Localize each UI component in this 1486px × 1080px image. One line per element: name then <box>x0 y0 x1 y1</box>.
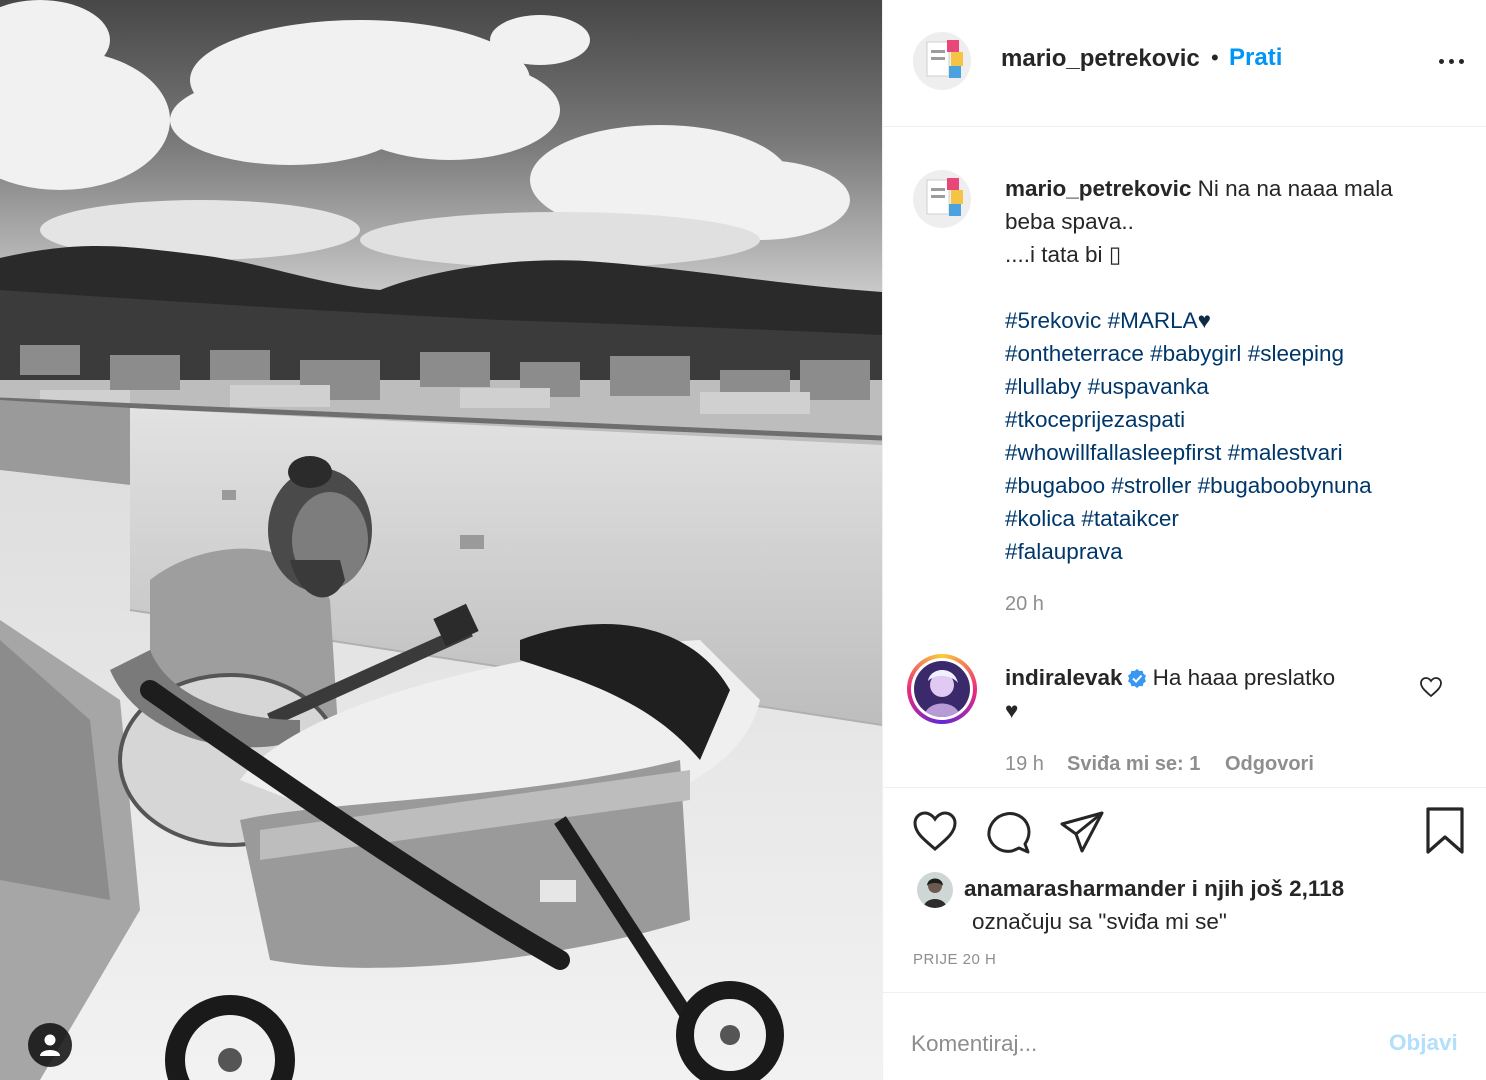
comment-like-button[interactable] <box>1419 676 1443 703</box>
commenter-username[interactable]: indiralevak <box>1005 665 1123 690</box>
hashtag-link[interactable]: #stroller <box>1111 473 1191 498</box>
hashtag-link[interactable]: #whowillfallasleepfirst <box>1005 440 1221 465</box>
comment-text: Ha haaa preslatko <box>1152 665 1336 690</box>
hashtag-line: #bugaboo #stroller #bugaboobynuna <box>1005 469 1455 502</box>
avatar-image <box>917 872 953 908</box>
hashtag-line: #whowillfallasleepfirst #malestvari <box>1005 436 1455 469</box>
hashtag-link[interactable]: #tkoceprijezaspati <box>1005 407 1185 432</box>
liked-by-line: anamarasharmander i njih još 2,118 <box>964 872 1344 905</box>
header-divider <box>883 126 1486 127</box>
comment-input[interactable] <box>911 1022 1361 1066</box>
heart-icon <box>913 811 957 851</box>
comment-line: indiralevak Ha haaa preslatko <box>1005 661 1455 694</box>
post-sidebar: mario_petrekovic • Prati mario_petrekovi… <box>882 0 1486 1080</box>
comment-likes[interactable]: Sviđa mi se: 1 <box>1067 753 1200 776</box>
caption-avatar[interactable] <box>913 170 971 228</box>
comment-body: indiralevak Ha haaa preslatko ♥ <box>1005 661 1455 727</box>
hashtag-link[interactable]: #uspavanka <box>1088 374 1209 399</box>
post-comment-button[interactable]: Objavi <box>1389 1030 1458 1056</box>
hashtag-link[interactable]: #malestvari <box>1228 440 1343 465</box>
liked-by-count[interactable]: i njih još 2,118 <box>1185 876 1345 901</box>
more-options-icon[interactable] <box>1435 50 1467 72</box>
post-caption: mario_petrekovic Ni na na naaa mala beba… <box>1005 172 1455 568</box>
caption-line: ....i tata bi ▯ <box>1005 238 1455 271</box>
hashtag-link[interactable]: #lullaby <box>1005 374 1081 399</box>
share-button[interactable] <box>1059 810 1105 859</box>
heart-emoji: ♥ <box>1197 308 1211 333</box>
comment-box-divider <box>883 992 1486 993</box>
avatar-image <box>913 32 971 90</box>
hashtag-line: #ontheterrace #babygirl #sleeping <box>1005 337 1455 370</box>
hashtag-link[interactable]: #ontheterrace <box>1005 341 1144 366</box>
caption-username[interactable]: mario_petrekovic <box>1005 176 1191 201</box>
hashtag-link[interactable]: #kolica <box>1005 506 1075 531</box>
save-button[interactable] <box>1424 806 1466 861</box>
story-ring-gap <box>911 658 973 720</box>
photo-scene <box>0 0 882 1080</box>
header-separator-dot: • <box>1211 45 1219 70</box>
liker-username[interactable]: anamarasharmander <box>964 876 1185 901</box>
bookmark-icon <box>1426 807 1464 854</box>
header-avatar[interactable] <box>913 32 971 90</box>
more-dot <box>1448 58 1454 64</box>
caption-timestamp[interactable]: 20 h <box>1005 593 1044 616</box>
reply-button[interactable]: Odgovori <box>1225 753 1314 776</box>
liked-by-line: označuju sa "sviđa mi se" <box>972 909 1227 934</box>
hashtag-line: #falauprava <box>1005 535 1455 568</box>
comment-button[interactable] <box>985 810 1031 859</box>
hashtag-link[interactable]: #bugaboobynuna <box>1198 473 1372 498</box>
share-icon <box>1060 811 1104 853</box>
hashtag-link[interactable]: #sleeping <box>1248 341 1344 366</box>
header-username[interactable]: mario_petrekovic <box>1001 45 1200 73</box>
hashtag-link[interactable]: #tataikcer <box>1081 506 1179 531</box>
commenter-avatar <box>914 661 970 717</box>
post-photo[interactable] <box>0 0 882 1080</box>
caption-line: mario_petrekovic Ni na na naaa mala <box>1005 172 1455 205</box>
hashtag-line: #lullaby #uspavanka <box>1005 370 1455 403</box>
hashtag-link[interactable]: #babygirl <box>1150 341 1241 366</box>
caption-text: ....i tata bi <box>1005 242 1109 267</box>
hashtag-line: #kolica #tataikcer <box>1005 502 1455 535</box>
like-button[interactable] <box>912 810 958 857</box>
tagged-user-button[interactable] <box>28 1023 72 1067</box>
hashtag-line: #5rekovic #MARLA♥ <box>1005 304 1455 337</box>
comment-line: ♥ <box>1005 698 1019 723</box>
post-date[interactable]: PRIJE 20 H <box>913 951 996 968</box>
hashtag-link[interactable]: #5rekovic <box>1005 308 1101 333</box>
caption-text: Ni na na naaa mala <box>1197 176 1393 201</box>
comment-timestamp[interactable]: 19 h <box>1005 753 1044 776</box>
heart-outline-icon <box>1420 677 1442 698</box>
hashtag-link[interactable]: #MARLA <box>1108 308 1198 333</box>
more-dot <box>1458 58 1464 64</box>
more-dot <box>1438 58 1444 64</box>
user-icon <box>40 1034 60 1056</box>
follow-button[interactable]: Prati <box>1229 44 1282 72</box>
avatar-image <box>913 170 971 228</box>
liked-by-summary: anamarasharmander i njih još 2,118 označ… <box>964 872 1344 938</box>
hashtag-link[interactable]: #falauprava <box>1005 539 1123 564</box>
hashtag-link[interactable]: #bugaboo <box>1005 473 1105 498</box>
emoji-placeholder: ▯ <box>1108 242 1122 267</box>
commenter-story-ring[interactable] <box>907 654 977 724</box>
caption-line: beba spava.. <box>1005 209 1134 234</box>
comment-icon <box>987 812 1031 854</box>
liker-avatar[interactable] <box>917 872 953 908</box>
hashtag-line: #tkoceprijezaspati <box>1005 403 1455 436</box>
verified-badge-icon <box>1127 669 1146 688</box>
actions-divider <box>883 787 1486 788</box>
